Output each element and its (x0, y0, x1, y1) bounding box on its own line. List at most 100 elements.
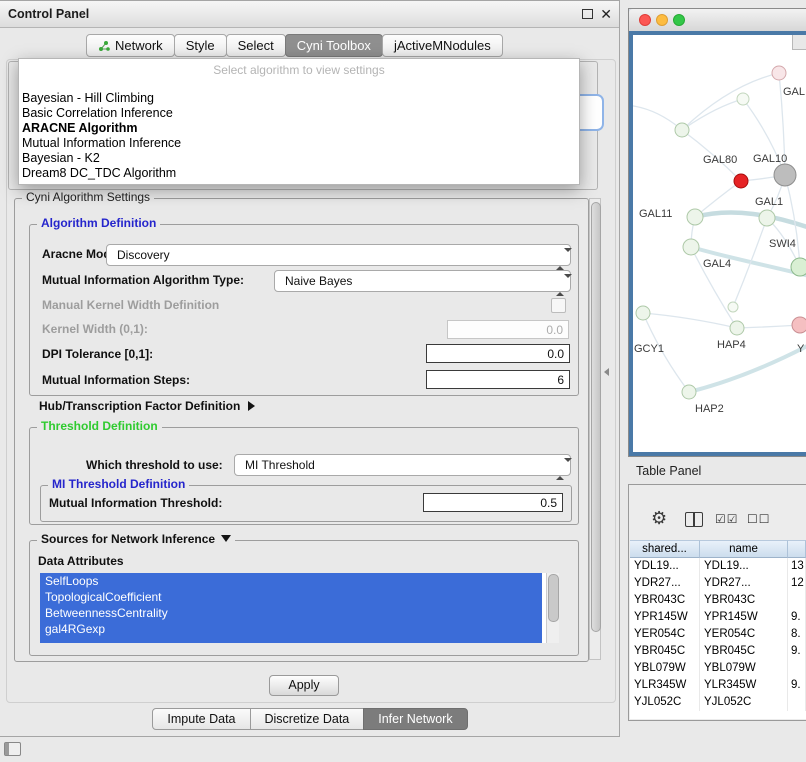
network-node[interactable] (791, 258, 806, 276)
network-node[interactable] (683, 239, 699, 255)
network-node[interactable] (636, 306, 650, 320)
settings-scrollbar[interactable] (589, 198, 601, 660)
dropdown-item[interactable]: Bayesian - K2 (19, 151, 579, 166)
which-threshold-combobox[interactable]: MI Threshold (234, 454, 571, 476)
table-cell: YDR27... (630, 575, 700, 592)
close-icon[interactable]: ✕ (600, 5, 612, 23)
network-node[interactable] (687, 209, 703, 225)
tab-select[interactable]: Select (226, 34, 286, 57)
tab-label: Network (115, 35, 163, 56)
network-node[interactable] (675, 123, 689, 137)
network-node[interactable] (730, 321, 744, 335)
aracne-mode-combobox[interactable]: Discovery (106, 244, 571, 266)
panel-title: Control Panel (8, 1, 89, 27)
data-attributes-list[interactable]: SelfLoops TopologicalCoefficient Between… (40, 573, 559, 643)
network-node[interactable] (759, 210, 775, 226)
mi-steps-input[interactable]: 6 (426, 370, 570, 389)
network-edge (643, 313, 737, 328)
table-row[interactable]: YER054CYER054C8. (630, 626, 806, 643)
table-row[interactable]: YJL052CYJL052C (630, 694, 806, 711)
scrollbar-thumb[interactable] (548, 574, 559, 622)
group-title: Algorithm Definition (37, 216, 160, 230)
network-node[interactable] (772, 66, 786, 80)
network-edge (682, 73, 779, 130)
table-cell: YBR045C (630, 643, 700, 660)
dropdown-item[interactable]: Bayesian - Hill Climbing (19, 91, 579, 106)
network-node-pink[interactable] (792, 317, 806, 333)
sources-group-title[interactable]: Sources for Network Inference (37, 532, 235, 546)
apply-button[interactable]: Apply (269, 675, 339, 696)
kernel-width-input[interactable]: 0.0 (447, 320, 569, 339)
network-node[interactable] (682, 385, 696, 399)
mi-threshold-input[interactable]: 0.5 (423, 493, 563, 512)
column-header[interactable]: shared... (630, 540, 700, 558)
table-row[interactable]: YDR27...YDR27...12 (630, 575, 806, 592)
tab-discretize-data[interactable]: Discretize Data (250, 708, 365, 730)
table-cell: YLR345W (630, 677, 700, 694)
node-table: shared... name YDL19...YDL19...13YDR27..… (630, 540, 806, 719)
network-icon (98, 40, 110, 52)
dropdown-item[interactable]: Mutual Information Inference (19, 136, 579, 151)
tab-network[interactable]: Network (86, 34, 175, 57)
tab-label: Cyni Toolbox (297, 35, 371, 56)
tab-impute-data[interactable]: Impute Data (152, 708, 250, 730)
gear-icon[interactable]: ⚙ (651, 509, 667, 527)
tab-style[interactable]: Style (174, 34, 227, 57)
tab-cyni-toolbox[interactable]: Cyni Toolbox (285, 34, 383, 57)
cyni-algorithm-settings-group: Cyni Algorithm Settings Algorithm Defini… (14, 198, 589, 662)
list-item[interactable]: gal4RGexp (40, 621, 542, 637)
mi-type-combobox[interactable]: Naive Bayes (274, 270, 571, 292)
floating-panel-icon[interactable] (4, 742, 21, 756)
dropdown-item[interactable]: Basic Correlation Inference (19, 106, 579, 121)
network-window-titlebar (629, 9, 806, 32)
zoom-traffic-light-icon[interactable] (673, 14, 685, 26)
network-edge (737, 325, 800, 328)
network-canvas[interactable]: GAL80 GAL10 GAL11 GAL1 SWI4 GAL4 GCY1 HA… (633, 35, 806, 452)
table-cell: 13 (788, 558, 806, 575)
clear-all-checkboxes-icon[interactable]: ☐☐ (747, 512, 771, 526)
table-row[interactable]: YBR045CYBR045C9. (630, 643, 806, 660)
dropdown-item[interactable]: Dream8 DC_TDC Algorithm (19, 166, 579, 181)
network-node[interactable] (728, 302, 738, 312)
table-cell: YBL079W (700, 660, 788, 677)
network-node-red[interactable] (734, 174, 748, 188)
table-row[interactable]: YBL079WYBL079W (630, 660, 806, 677)
float-window-icon[interactable] (582, 9, 593, 19)
list-scrollbar[interactable] (546, 573, 559, 643)
table-cell: YPR145W (700, 609, 788, 626)
table-row[interactable]: YBR043CYBR043C (630, 592, 806, 609)
node-label: GAL4 (703, 258, 731, 270)
table-row[interactable]: YLR345WYLR345W9. (630, 677, 806, 694)
group-title: Cyni Algorithm Settings (22, 190, 154, 204)
table-row[interactable]: YPR145WYPR145W9. (630, 609, 806, 626)
dropdown-item[interactable]: ARACNE Algorithm (19, 121, 579, 136)
list-item-clipped[interactable] (40, 637, 542, 643)
list-item[interactable]: TopologicalCoefficient (40, 589, 542, 605)
tab-infer-network[interactable]: Infer Network (363, 708, 467, 730)
column-header[interactable] (788, 540, 806, 558)
list-item[interactable]: SelfLoops (40, 573, 542, 589)
select-all-checkboxes-icon[interactable]: ☑☑ (715, 512, 739, 526)
network-node[interactable] (737, 93, 749, 105)
scrollbar-thumb[interactable] (591, 202, 601, 632)
dpi-tolerance-input[interactable]: 0.0 (426, 344, 570, 363)
network-node-gray[interactable] (774, 164, 796, 186)
splitter-collapse-icon[interactable] (604, 368, 609, 376)
table-cell: YDR27... (700, 575, 788, 592)
tab-jactivemnodules[interactable]: jActiveMNodules (382, 34, 503, 57)
group-title: MI Threshold Definition (48, 477, 189, 491)
manual-kernel-checkbox[interactable] (551, 298, 566, 313)
table-row[interactable]: YDL19...YDL19...13 (630, 558, 806, 575)
columns-icon[interactable] (685, 512, 703, 527)
close-traffic-light-icon[interactable] (639, 14, 651, 26)
hub-section-toggle[interactable]: Hub/Transcription Factor Definition (39, 397, 255, 415)
column-header[interactable]: name (700, 540, 788, 558)
minimize-traffic-light-icon[interactable] (656, 14, 668, 26)
combo-arrows-icon (556, 275, 564, 287)
table-header: shared... name (630, 540, 806, 558)
combo-arrows-icon (556, 249, 564, 261)
dropdown-placeholder: Select algorithm to view settings (19, 61, 579, 79)
hub-section-label: Hub/Transcription Factor Definition (39, 399, 240, 413)
node-label: HAP4 (717, 339, 746, 351)
list-item[interactable]: BetweennessCentrality (40, 605, 542, 621)
